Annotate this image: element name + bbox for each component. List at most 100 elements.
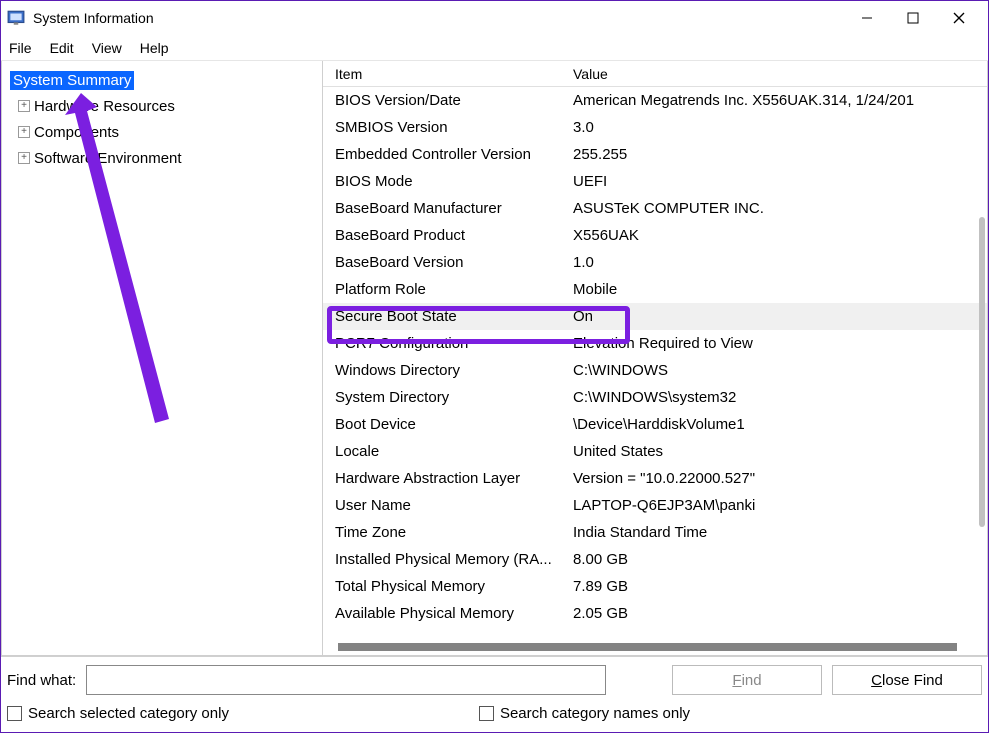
table-row[interactable]: Secure Boot StateOn: [323, 303, 987, 330]
find-input[interactable]: [86, 665, 606, 695]
cell-item: BIOS Mode: [323, 173, 567, 190]
cell-item: User Name: [323, 497, 567, 514]
cell-value: 2.05 GB: [567, 605, 987, 622]
cell-value: Version = "10.0.22000.527": [567, 470, 987, 487]
category-tree[interactable]: System Summary + Hardware Resources + Co…: [1, 61, 323, 656]
checkbox-icon: [479, 706, 494, 721]
table-row[interactable]: BaseBoard ManufacturerASUSTeK COMPUTER I…: [323, 195, 987, 222]
cell-value: 1.0: [567, 254, 987, 271]
table-row[interactable]: User NameLAPTOP-Q6EJP3AM\panki: [323, 492, 987, 519]
table-row[interactable]: Installed Physical Memory (RA...8.00 GB: [323, 546, 987, 573]
maximize-button[interactable]: [890, 2, 936, 34]
close-icon: [953, 12, 965, 24]
tree-item-hardware-resources[interactable]: + Hardware Resources: [10, 93, 314, 119]
tree-label: System Summary: [10, 71, 134, 90]
tree-item-software-environment[interactable]: + Software Environment: [10, 145, 314, 171]
grid-header[interactable]: Item Value: [323, 61, 987, 87]
table-row[interactable]: SMBIOS Version3.0: [323, 114, 987, 141]
menubar: File Edit View Help: [1, 35, 988, 61]
find-button[interactable]: Find: [672, 665, 822, 695]
search-names-checkbox[interactable]: Search category names only: [479, 705, 690, 722]
grid-body[interactable]: BIOS Version/DateAmerican Megatrends Inc…: [323, 87, 987, 655]
table-row[interactable]: BIOS ModeUEFI: [323, 168, 987, 195]
cell-item: BIOS Version/Date: [323, 92, 567, 109]
table-row[interactable]: Boot Device\Device\HarddiskVolume1: [323, 411, 987, 438]
cell-value: LAPTOP-Q6EJP3AM\panki: [567, 497, 987, 514]
expand-icon[interactable]: +: [18, 152, 30, 164]
menu-edit[interactable]: Edit: [50, 40, 74, 56]
cell-value: UEFI: [567, 173, 987, 190]
cell-item: Embedded Controller Version: [323, 146, 567, 163]
window-title: System Information: [33, 10, 154, 26]
close-button[interactable]: [936, 2, 982, 34]
minimize-icon: [861, 12, 873, 24]
checkbox-label: Search selected category only: [28, 705, 229, 722]
cell-item: SMBIOS Version: [323, 119, 567, 136]
menu-help[interactable]: Help: [140, 40, 169, 56]
find-bar: Find what: Find Close Find Search select…: [1, 656, 988, 732]
cell-value: Mobile: [567, 281, 987, 298]
menu-file[interactable]: File: [9, 40, 32, 56]
checkbox-label: Search category names only: [500, 705, 690, 722]
table-row[interactable]: BIOS Version/DateAmerican Megatrends Inc…: [323, 87, 987, 114]
cell-value: On: [567, 308, 987, 325]
cell-value: 3.0: [567, 119, 987, 136]
horizontal-scrollbar[interactable]: [338, 643, 957, 651]
cell-item: System Directory: [323, 389, 567, 406]
cell-value: United States: [567, 443, 987, 460]
cell-value: X556UAK: [567, 227, 987, 244]
cell-item: Locale: [323, 443, 567, 460]
cell-item: Installed Physical Memory (RA...: [323, 551, 567, 568]
cell-item: Secure Boot State: [323, 308, 567, 325]
cell-value: 8.00 GB: [567, 551, 987, 568]
details-pane: Item Value BIOS Version/DateAmerican Meg…: [323, 61, 988, 656]
cell-value: C:\WINDOWS: [567, 362, 987, 379]
cell-value: C:\WINDOWS\system32: [567, 389, 987, 406]
table-row[interactable]: LocaleUnited States: [323, 438, 987, 465]
cell-item: Available Physical Memory: [323, 605, 567, 622]
column-header-value[interactable]: Value: [567, 66, 987, 82]
cell-item: Platform Role: [323, 281, 567, 298]
minimize-button[interactable]: [844, 2, 890, 34]
cell-value: American Megatrends Inc. X556UAK.314, 1/…: [567, 92, 987, 109]
expand-icon[interactable]: +: [18, 126, 30, 138]
expand-icon[interactable]: +: [18, 100, 30, 112]
cell-value: 7.89 GB: [567, 578, 987, 595]
cell-item: BaseBoard Version: [323, 254, 567, 271]
checkbox-icon: [7, 706, 22, 721]
cell-value: ASUSTeK COMPUTER INC.: [567, 200, 987, 217]
cell-item: BaseBoard Manufacturer: [323, 200, 567, 217]
table-row[interactable]: Hardware Abstraction LayerVersion = "10.…: [323, 465, 987, 492]
table-row[interactable]: Windows DirectoryC:\WINDOWS: [323, 357, 987, 384]
tree-item-components[interactable]: + Components: [10, 119, 314, 145]
table-row[interactable]: System DirectoryC:\WINDOWS\system32: [323, 384, 987, 411]
table-row[interactable]: Available Physical Memory2.05 GB: [323, 600, 987, 627]
tree-label: Software Environment: [34, 150, 182, 167]
cell-item: Boot Device: [323, 416, 567, 433]
tree-item-system-summary[interactable]: System Summary: [10, 67, 314, 93]
column-header-item[interactable]: Item: [323, 66, 567, 82]
cell-item: Total Physical Memory: [323, 578, 567, 595]
cell-item: BaseBoard Product: [323, 227, 567, 244]
table-row[interactable]: Total Physical Memory7.89 GB: [323, 573, 987, 600]
table-row[interactable]: BaseBoard Version1.0: [323, 249, 987, 276]
cell-item: PCR7 Configuration: [323, 335, 567, 352]
table-row[interactable]: Time ZoneIndia Standard Time: [323, 519, 987, 546]
search-selected-checkbox[interactable]: Search selected category only: [7, 705, 229, 722]
content-area: System Summary + Hardware Resources + Co…: [1, 61, 988, 656]
table-row[interactable]: Embedded Controller Version255.255: [323, 141, 987, 168]
cell-value: Elevation Required to View: [567, 335, 987, 352]
cell-item: Windows Directory: [323, 362, 567, 379]
close-find-button[interactable]: Close Find: [832, 665, 982, 695]
table-row[interactable]: Platform RoleMobile: [323, 276, 987, 303]
find-label: Find what:: [7, 672, 76, 689]
tree-label: Components: [34, 124, 119, 141]
vertical-scrollbar[interactable]: [979, 217, 985, 527]
cell-value: India Standard Time: [567, 524, 987, 541]
table-row[interactable]: BaseBoard ProductX556UAK: [323, 222, 987, 249]
titlebar: System Information: [1, 1, 988, 35]
cell-item: Time Zone: [323, 524, 567, 541]
menu-view[interactable]: View: [92, 40, 122, 56]
cell-item: Hardware Abstraction Layer: [323, 470, 567, 487]
table-row[interactable]: PCR7 ConfigurationElevation Required to …: [323, 330, 987, 357]
